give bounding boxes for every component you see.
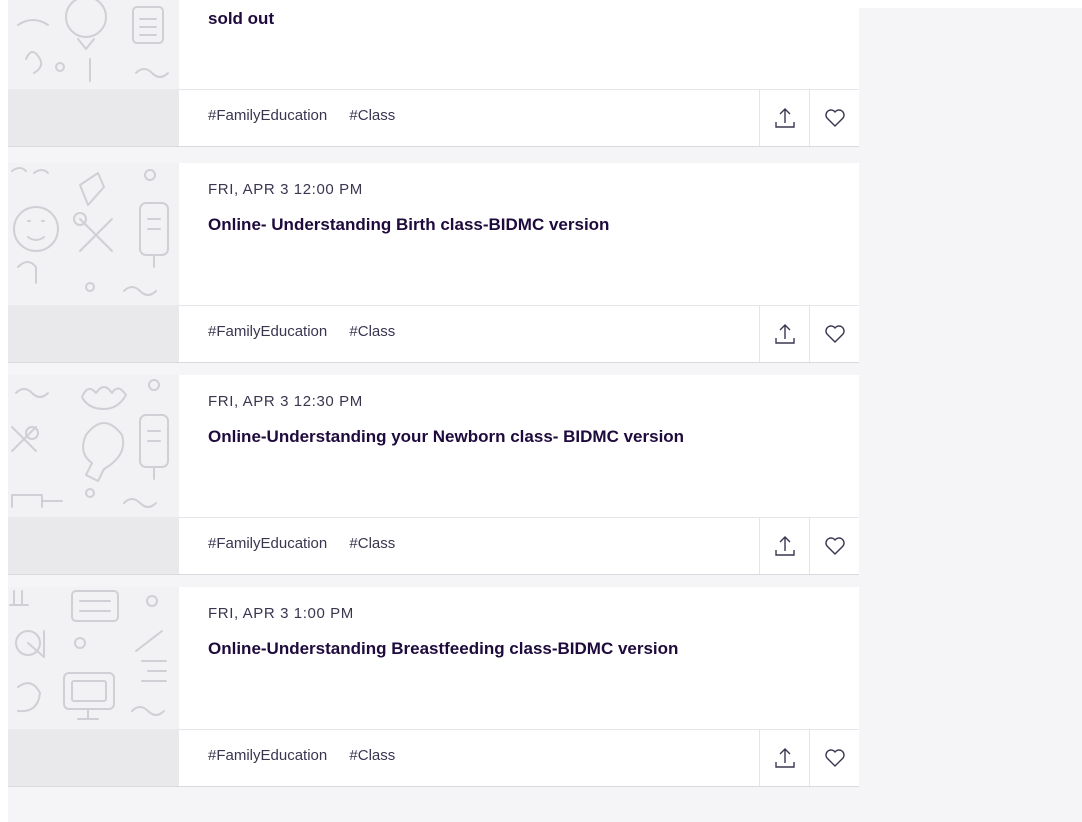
event-footer: #FamilyEducation #Class [179, 517, 859, 574]
like-button[interactable] [809, 306, 859, 362]
like-button[interactable] [809, 518, 859, 574]
like-button[interactable] [809, 90, 859, 146]
page-background: sold out #FamilyEducation #Class FRI, AP… [8, 0, 1082, 822]
tag-link[interactable]: #Class [349, 107, 395, 124]
share-icon [774, 536, 795, 556]
share-button[interactable] [759, 90, 809, 146]
event-title[interactable]: Online- Understanding Birth class-BIDMC … [208, 215, 609, 235]
event-details: FRI, APR 3 12:00 PM Online- Understandin… [179, 163, 859, 305]
share-button[interactable] [759, 730, 809, 786]
heart-icon [824, 325, 845, 343]
share-icon [774, 108, 795, 128]
event-footer: #FamilyEducation #Class [179, 89, 859, 146]
share-icon [774, 748, 795, 768]
event-thumbnail[interactable] [8, 375, 179, 517]
heart-icon [824, 109, 845, 127]
event-date: FRI, APR 3 12:30 PM [208, 393, 363, 410]
thumbnail-footer [8, 89, 179, 146]
event-title[interactable]: Online-Understanding your Newborn class-… [208, 427, 684, 447]
tag-link[interactable]: #FamilyEducation [208, 747, 327, 764]
event-thumbnail[interactable] [8, 163, 179, 305]
event-tags: #FamilyEducation #Class [208, 535, 395, 552]
event-title[interactable]: sold out [208, 9, 274, 29]
event-tags: #FamilyEducation #Class [208, 107, 395, 124]
event-title[interactable]: Online-Understanding Breastfeeding class… [208, 639, 678, 659]
event-details: sold out [179, 0, 859, 89]
event-footer: #FamilyEducation #Class [179, 305, 859, 362]
event-footer: #FamilyEducation #Class [179, 729, 859, 786]
event-tags: #FamilyEducation #Class [208, 747, 395, 764]
tag-link[interactable]: #Class [349, 747, 395, 764]
tag-link[interactable]: #Class [349, 535, 395, 552]
event-card[interactable]: FRI, APR 3 12:00 PM Online- Understandin… [8, 163, 859, 363]
tag-link[interactable]: #FamilyEducation [208, 323, 327, 340]
event-details: FRI, APR 3 1:00 PM Online-Understanding … [179, 587, 859, 729]
share-button[interactable] [759, 518, 809, 574]
event-date: FRI, APR 3 1:00 PM [208, 605, 354, 622]
event-card[interactable]: FRI, APR 3 1:00 PM Online-Understanding … [8, 587, 859, 787]
share-button[interactable] [759, 306, 809, 362]
event-card[interactable]: sold out #FamilyEducation #Class [8, 0, 859, 147]
share-icon [774, 324, 795, 344]
thumbnail-footer [8, 305, 179, 362]
event-thumbnail[interactable] [8, 587, 179, 729]
tag-link[interactable]: #Class [349, 323, 395, 340]
heart-icon [824, 749, 845, 767]
tag-link[interactable]: #FamilyEducation [208, 107, 327, 124]
event-card[interactable]: FRI, APR 3 12:30 PM Online-Understanding… [8, 375, 859, 575]
event-thumbnail[interactable] [8, 0, 179, 89]
event-tags: #FamilyEducation #Class [208, 323, 395, 340]
tag-link[interactable]: #FamilyEducation [208, 535, 327, 552]
event-details: FRI, APR 3 12:30 PM Online-Understanding… [179, 375, 859, 517]
like-button[interactable] [809, 730, 859, 786]
event-date: FRI, APR 3 12:00 PM [208, 181, 363, 198]
thumbnail-footer [8, 517, 179, 574]
thumbnail-footer [8, 729, 179, 786]
heart-icon [824, 537, 845, 555]
